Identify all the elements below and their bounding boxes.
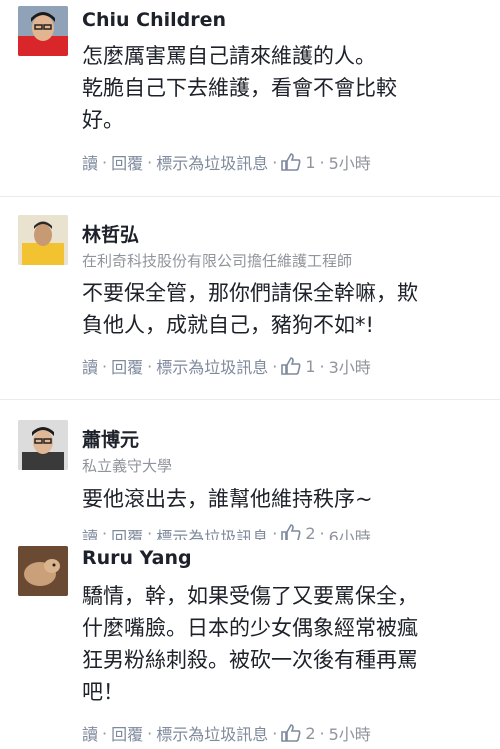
like-count: 2 xyxy=(305,524,316,540)
comment-actions: 讀 · 回覆 · 標示為垃圾訊息 · 2 · 5小時 xyxy=(82,721,371,745)
separator: · xyxy=(319,152,325,172)
avatar-image xyxy=(18,420,68,470)
read-link[interactable]: 讀 xyxy=(82,354,98,378)
comment-text: 驕情，幹，如果受傷了又要罵保全， 什麼嘴臉。日本的少女偶象經常被瘋 狂男粉絲刺殺… xyxy=(82,580,482,708)
separator: · xyxy=(319,524,325,540)
separator: · xyxy=(272,723,278,743)
read-link[interactable]: 讀 xyxy=(82,524,98,540)
commenter-name[interactable]: Chiu Children xyxy=(82,9,226,31)
commenter-name[interactable]: 林哲弘 xyxy=(82,220,139,247)
comment-line: 負他人，成就自己，豬狗不如*! xyxy=(82,313,374,337)
comment-line: 好。 xyxy=(82,108,124,132)
separator: · xyxy=(102,152,108,172)
commenter-name[interactable]: 蕭博元 xyxy=(82,425,139,452)
comment-line: 狂男粉絲刺殺。被砍一次後有種再罵 xyxy=(82,648,418,672)
report-spam-link[interactable]: 標示為垃圾訊息 xyxy=(156,524,268,540)
avatar[interactable] xyxy=(18,6,68,56)
commenter-workplace: 在利奇科技股份有限公司擔任維護工程師 xyxy=(82,252,353,270)
separator: · xyxy=(319,356,325,376)
separator: · xyxy=(272,524,278,540)
like-count: 1 xyxy=(305,356,316,376)
read-link[interactable]: 讀 xyxy=(82,150,98,174)
separator: · xyxy=(102,356,108,376)
timestamp[interactable]: 5小時 xyxy=(329,150,371,174)
report-spam-link[interactable]: 標示為垃圾訊息 xyxy=(156,354,268,378)
like-icon[interactable] xyxy=(281,724,301,742)
comment-actions: 讀 · 回覆 · 標示為垃圾訊息 · 2 · 6小時 xyxy=(82,524,371,540)
comment-text: 怎麼厲害罵自己請來維護的人。 乾脆自己下去維護，看會不會比較 好。 xyxy=(82,40,482,136)
separator: · xyxy=(147,524,153,540)
avatar-image xyxy=(18,6,68,56)
reply-link[interactable]: 回覆 xyxy=(111,354,143,378)
timestamp[interactable]: 6小時 xyxy=(329,524,371,540)
commenter-name[interactable]: Ruru Yang xyxy=(82,547,192,569)
commenter-school: 私立義守大學 xyxy=(82,457,173,475)
comment-line: 吧！ xyxy=(82,680,124,704)
report-spam-link[interactable]: 標示為垃圾訊息 xyxy=(156,721,268,745)
comment-line: 什麼嘴臉。日本的少女偶象經常被瘋 xyxy=(82,616,418,640)
timestamp[interactable]: 5小時 xyxy=(329,721,371,745)
like-count: 2 xyxy=(305,723,316,743)
read-link[interactable]: 讀 xyxy=(82,721,98,745)
separator: · xyxy=(272,356,278,376)
reply-link[interactable]: 回覆 xyxy=(111,150,143,174)
like-icon[interactable] xyxy=(281,153,301,171)
separator: · xyxy=(272,152,278,172)
avatar[interactable] xyxy=(18,215,68,265)
like-count: 1 xyxy=(305,152,316,172)
separator: · xyxy=(319,723,325,743)
separator: · xyxy=(147,723,153,743)
comment-3: 蕭博元 私立義守大學 要他滾出去，誰幫他維持秩序~ 讀 · 回覆 · 標示為垃圾… xyxy=(0,400,500,540)
separator: · xyxy=(147,356,153,376)
comment-1: Chiu Children 怎麼厲害罵自己請來維護的人。 乾脆自己下去維護，看會… xyxy=(0,0,500,195)
avatar[interactable] xyxy=(18,546,68,596)
separator: · xyxy=(102,524,108,540)
comment-actions: 讀 · 回覆 · 標示為垃圾訊息 · 1 · 3小時 xyxy=(82,354,371,378)
comment-text: 不要保全管，那你們請保全幹嘛，欺 負他人，成就自己，豬狗不如*! xyxy=(82,277,482,341)
comment-2: 林哲弘 在利奇科技股份有限公司擔任維護工程師 不要保全管，那你們請保全幹嘛，欺 … xyxy=(0,197,500,397)
reply-link[interactable]: 回覆 xyxy=(111,721,143,745)
like-icon[interactable] xyxy=(281,357,301,375)
timestamp[interactable]: 3小時 xyxy=(329,354,371,378)
comment-line: 驕情，幹，如果受傷了又要罵保全， xyxy=(82,584,418,608)
like-icon[interactable] xyxy=(281,524,301,540)
comment-line: 要他滾出去，誰幫他維持秩序~ xyxy=(82,487,373,511)
comment-line: 不要保全管，那你們請保全幹嘛，欺 xyxy=(82,281,418,305)
separator: · xyxy=(102,723,108,743)
comment-actions: 讀 · 回覆 · 標示為垃圾訊息 · 1 · 5小時 xyxy=(82,150,371,174)
comment-text: 要他滾出去，誰幫他維持秩序~ xyxy=(82,483,482,515)
avatar-image xyxy=(18,546,68,596)
separator: · xyxy=(147,152,153,172)
comment-4: Ruru Yang 驕情，幹，如果受傷了又要罵保全， 什麼嘴臉。日本的少女偶象經… xyxy=(0,540,500,749)
comment-line: 怎麼厲害罵自己請來維護的人。 xyxy=(82,44,376,68)
avatar[interactable] xyxy=(18,420,68,470)
avatar-image xyxy=(18,215,68,265)
reply-link[interactable]: 回覆 xyxy=(111,524,143,540)
report-spam-link[interactable]: 標示為垃圾訊息 xyxy=(156,150,268,174)
comment-line: 乾脆自己下去維護，看會不會比較 xyxy=(82,76,397,100)
